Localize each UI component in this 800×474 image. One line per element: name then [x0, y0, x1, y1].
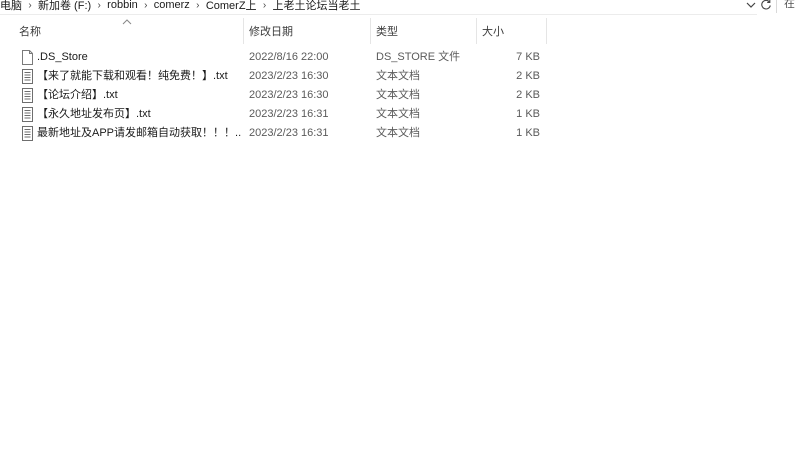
file-type: 文本文档	[376, 127, 420, 139]
column-header-row: 名称 修改日期 类型 大小	[0, 18, 548, 44]
file-explorer-window: 电脑 › 新加卷 (F:) › robbin › comerz › ComerZ…	[0, 0, 800, 474]
column-divider[interactable]	[546, 18, 547, 44]
file-date: 2023/2/23 16:31	[249, 108, 329, 120]
column-name-header[interactable]: 名称	[19, 24, 41, 42]
column-divider[interactable]	[243, 18, 244, 44]
file-type: DS_STORE 文件	[376, 51, 461, 63]
breadcrumb-this-pc[interactable]: 电脑	[0, 0, 22, 12]
text-file-icon	[22, 107, 33, 122]
file-name: 最新地址及APP请发邮箱自动获取！！！...	[37, 127, 241, 139]
file-name: 【来了就能下载和观看！纯免费！】.txt	[37, 70, 228, 82]
breadcrumb-separator[interactable]: ›	[190, 0, 206, 11]
file-date: 2023/2/23 16:30	[249, 70, 329, 82]
file-row[interactable]: 【来了就能下载和观看！纯免费！】.txt 2023/2/23 16:30 文本文…	[0, 67, 548, 86]
search-input[interactable]: 在	[776, 0, 800, 13]
blank-file-icon	[22, 50, 33, 65]
text-file-icon	[22, 69, 33, 84]
file-name: 【论坛介绍】.txt	[37, 89, 118, 101]
sort-ascending-icon	[122, 19, 132, 25]
breadcrumb-separator[interactable]: ›	[22, 0, 38, 11]
file-row[interactable]: 最新地址及APP请发邮箱自动获取！！！... 2023/2/23 16:31 文…	[0, 124, 548, 143]
file-size: 1 KB	[516, 127, 540, 139]
file-date: 2022/8/16 22:00	[249, 51, 329, 63]
file-row[interactable]: 【论坛介绍】.txt 2023/2/23 16:30 文本文档 2 KB	[0, 86, 548, 105]
file-row[interactable]: 【永久地址发布页】.txt 2023/2/23 16:31 文本文档 1 KB	[0, 105, 548, 124]
chevron-down-icon	[746, 2, 756, 8]
file-name: 【永久地址发布页】.txt	[37, 108, 151, 120]
breadcrumb-robbin[interactable]: robbin	[107, 0, 138, 12]
file-size: 2 KB	[516, 89, 540, 101]
breadcrumb-drive-f[interactable]: 新加卷 (F:)	[38, 0, 91, 12]
file-row[interactable]: .DS_Store 2022/8/16 22:00 DS_STORE 文件 7 …	[0, 48, 548, 67]
file-name: .DS_Store	[37, 51, 88, 63]
breadcrumb-separator[interactable]: ›	[257, 0, 273, 11]
file-type: 文本文档	[376, 108, 420, 120]
address-bar[interactable]: 电脑 › 新加卷 (F:) › robbin › comerz › ComerZ…	[0, 0, 757, 15]
file-date: 2023/2/23 16:31	[249, 127, 329, 139]
breadcrumb-separator[interactable]: ›	[138, 0, 154, 11]
file-date: 2023/2/23 16:30	[249, 89, 329, 101]
breadcrumb-comerz[interactable]: comerz	[154, 0, 190, 12]
column-date-header[interactable]: 修改日期	[249, 24, 293, 42]
file-type: 文本文档	[376, 70, 420, 82]
file-list: .DS_Store 2022/8/16 22:00 DS_STORE 文件 7 …	[0, 48, 548, 143]
file-size: 1 KB	[516, 108, 540, 120]
column-divider[interactable]	[370, 18, 371, 44]
column-size-header[interactable]: 大小	[482, 24, 504, 42]
file-size: 7 KB	[516, 51, 540, 63]
file-type: 文本文档	[376, 89, 420, 101]
file-size: 2 KB	[516, 70, 540, 82]
text-file-icon	[22, 88, 33, 103]
text-file-icon	[22, 126, 33, 141]
column-type-header[interactable]: 类型	[376, 24, 398, 42]
breadcrumb-comerz-shang[interactable]: ComerZ上	[206, 0, 257, 12]
address-history-dropdown[interactable]	[745, 0, 757, 12]
refresh-button[interactable]	[758, 0, 774, 13]
breadcrumb-current-folder[interactable]: 上老土论坛当老土	[273, 0, 361, 12]
refresh-icon	[761, 0, 771, 10]
breadcrumb-separator[interactable]: ›	[91, 0, 107, 11]
column-divider[interactable]	[476, 18, 477, 44]
